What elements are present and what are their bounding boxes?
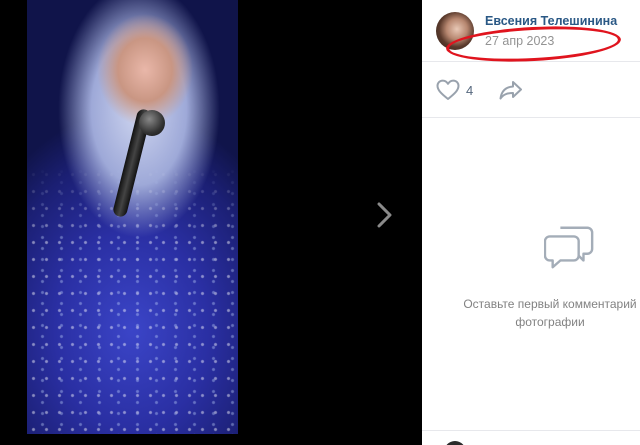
like-count: 4 <box>466 82 474 98</box>
comment-composer <box>422 430 640 445</box>
info-panel: Евсения Телешинина 27 апр 2023 4 <box>422 0 640 445</box>
author-name-link[interactable]: Евсения Телешинина <box>485 14 617 28</box>
post-actions: 4 <box>422 62 640 118</box>
next-photo-button[interactable] <box>370 200 398 230</box>
share-icon <box>499 81 522 100</box>
like-button[interactable]: 4 <box>436 78 473 102</box>
photo-viewer <box>0 0 422 445</box>
post-date[interactable]: 27 апр 2023 <box>485 34 554 48</box>
comments-empty-state <box>422 118 640 428</box>
speech-bubbles-icon <box>544 226 594 269</box>
post-header: Евсения Телешинина 27 апр 2023 <box>422 0 640 62</box>
photo-sparkle <box>27 0 238 434</box>
share-button[interactable] <box>498 79 524 101</box>
photo-microphone-head <box>139 110 165 136</box>
comments-empty-line2: фотографии <box>515 315 585 329</box>
chevron-right-icon <box>377 202 392 228</box>
comments-empty-line1: Оставьте первый комментарий <box>463 297 637 311</box>
comments-empty-message: Оставьте первый комментарий фотографии <box>450 295 640 331</box>
author-avatar[interactable] <box>436 12 474 50</box>
heart-icon <box>436 79 460 100</box>
current-user-avatar <box>444 441 466 445</box>
photo[interactable] <box>27 0 238 434</box>
